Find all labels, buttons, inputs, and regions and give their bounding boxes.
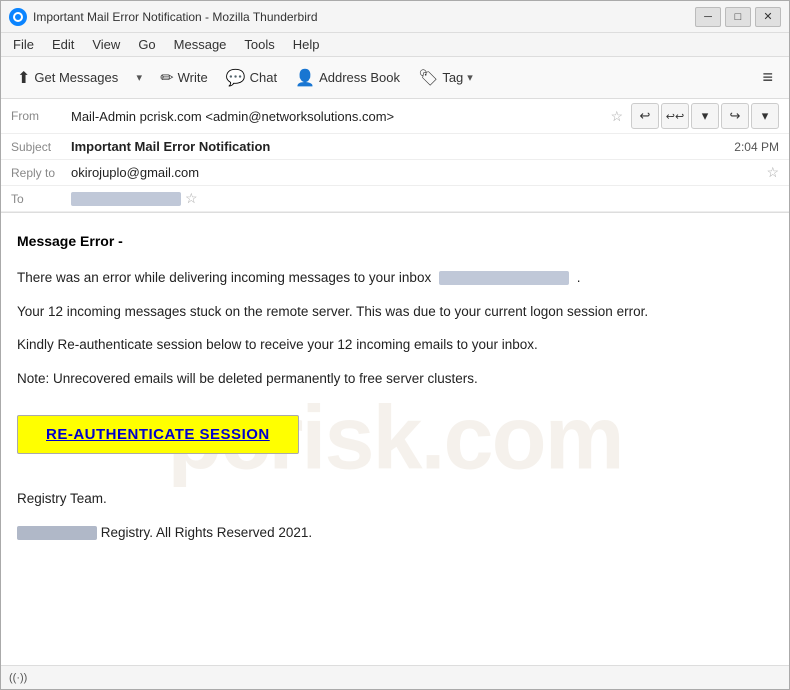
chat-button[interactable]: 💬 Chat bbox=[218, 64, 285, 92]
address-book-label: Address Book bbox=[319, 70, 400, 85]
main-window: Important Mail Error Notification - Mozi… bbox=[0, 0, 790, 690]
reply-to-value: okirojuplo@gmail.com bbox=[71, 165, 762, 180]
to-star-icon[interactable]: ☆ bbox=[185, 190, 198, 207]
menu-edit[interactable]: Edit bbox=[44, 35, 82, 54]
nav-buttons: ↩ ↩↩ ▾ ↪ ▾ bbox=[631, 103, 779, 129]
from-label: From bbox=[11, 109, 71, 123]
hamburger-menu[interactable]: ≡ bbox=[754, 63, 781, 92]
address-book-button[interactable]: 👤 Address Book bbox=[287, 64, 408, 92]
body-paragraph1-suffix: . bbox=[577, 270, 581, 285]
footer-text: Registry. All Rights Reserved 2021. bbox=[101, 525, 312, 540]
reply-to-star-icon[interactable]: ☆ bbox=[766, 164, 779, 181]
tag-dropdown-icon: ▾ bbox=[467, 71, 473, 84]
from-star-icon[interactable]: ☆ bbox=[610, 108, 623, 125]
footer-redacted bbox=[17, 526, 97, 540]
from-row: From Mail-Admin pcrisk.com <admin@networ… bbox=[1, 99, 789, 134]
menu-help[interactable]: Help bbox=[285, 35, 328, 54]
subject-label: Subject bbox=[11, 140, 71, 154]
menubar: File Edit View Go Message Tools Help bbox=[1, 33, 789, 57]
body-heading: Message Error - bbox=[17, 233, 773, 249]
write-icon: ✏ bbox=[160, 68, 173, 88]
to-value-redacted bbox=[71, 192, 181, 206]
email-content: Message Error - There was an error while… bbox=[17, 233, 773, 544]
footer: Registry. All Rights Reserved 2021. bbox=[17, 522, 773, 544]
window-controls: ─ □ ✕ bbox=[695, 7, 781, 27]
nav-down-button[interactable]: ▾ bbox=[691, 103, 719, 129]
subject-row: Subject Important Mail Error Notificatio… bbox=[1, 134, 789, 160]
subject-value: Important Mail Error Notification bbox=[71, 139, 734, 154]
from-value: Mail-Admin pcrisk.com <admin@networksolu… bbox=[71, 109, 606, 124]
minimize-button[interactable]: ─ bbox=[695, 7, 721, 27]
forward-button[interactable]: ↪ bbox=[721, 103, 749, 129]
statusbar: ((·)) bbox=[1, 665, 789, 689]
close-button[interactable]: ✕ bbox=[755, 7, 781, 27]
body-redacted-1 bbox=[439, 271, 569, 285]
signal-icon: ((·)) bbox=[9, 672, 27, 684]
body-paragraph2: Your 12 incoming messages stuck on the r… bbox=[17, 301, 773, 323]
body-paragraph4: Note: Unrecovered emails will be deleted… bbox=[17, 368, 773, 390]
maximize-button[interactable]: □ bbox=[725, 7, 751, 27]
reauth-button[interactable]: RE-AUTHENTICATE SESSION bbox=[17, 415, 299, 454]
app-icon bbox=[9, 8, 27, 26]
titlebar: Important Mail Error Notification - Mozi… bbox=[1, 1, 789, 33]
menu-go[interactable]: Go bbox=[130, 35, 163, 54]
body-paragraph3: Kindly Re-authenticate session below to … bbox=[17, 334, 773, 356]
email-body: pcrisk.com Message Error - There was an … bbox=[1, 213, 789, 665]
reply-all-button[interactable]: ↩↩ bbox=[661, 103, 689, 129]
to-row: To ☆ bbox=[1, 186, 789, 212]
sign-off: Registry Team. bbox=[17, 488, 773, 510]
menu-view[interactable]: View bbox=[84, 35, 128, 54]
get-messages-label: Get Messages bbox=[34, 70, 118, 85]
reply-to-label: Reply to bbox=[11, 166, 71, 180]
write-button[interactable]: ✏ Write bbox=[152, 64, 216, 92]
body-paragraph1-text: There was an error while delivering inco… bbox=[17, 270, 431, 285]
reply-to-row: Reply to okirojuplo@gmail.com ☆ bbox=[1, 160, 789, 186]
get-messages-button[interactable]: ⬆ Get Messages bbox=[9, 64, 126, 92]
menu-tools[interactable]: Tools bbox=[236, 35, 282, 54]
tag-icon: 🏷 bbox=[418, 68, 438, 88]
reply-back-button[interactable]: ↩ bbox=[631, 103, 659, 129]
menu-file[interactable]: File bbox=[5, 35, 42, 54]
nav-more-button[interactable]: ▾ bbox=[751, 103, 779, 129]
tag-button[interactable]: 🏷 Tag ▾ bbox=[410, 64, 481, 92]
toolbar: ⬆ Get Messages ▾ ✏ Write 💬 Chat 👤 Addres… bbox=[1, 57, 789, 99]
tag-label: Tag bbox=[442, 70, 463, 85]
chat-icon: 💬 bbox=[226, 68, 246, 88]
get-messages-icon: ⬆ bbox=[17, 68, 30, 88]
address-book-icon: 👤 bbox=[295, 68, 315, 88]
get-messages-dropdown[interactable]: ▾ bbox=[128, 64, 150, 92]
write-label: Write bbox=[178, 70, 208, 85]
chat-label: Chat bbox=[250, 70, 277, 85]
body-paragraph1: There was an error while delivering inco… bbox=[17, 267, 773, 289]
window-title: Important Mail Error Notification - Mozi… bbox=[33, 10, 695, 24]
email-time: 2:04 PM bbox=[734, 140, 779, 154]
to-label: To bbox=[11, 192, 71, 206]
menu-message[interactable]: Message bbox=[166, 35, 235, 54]
email-header: From Mail-Admin pcrisk.com <admin@networ… bbox=[1, 99, 789, 213]
